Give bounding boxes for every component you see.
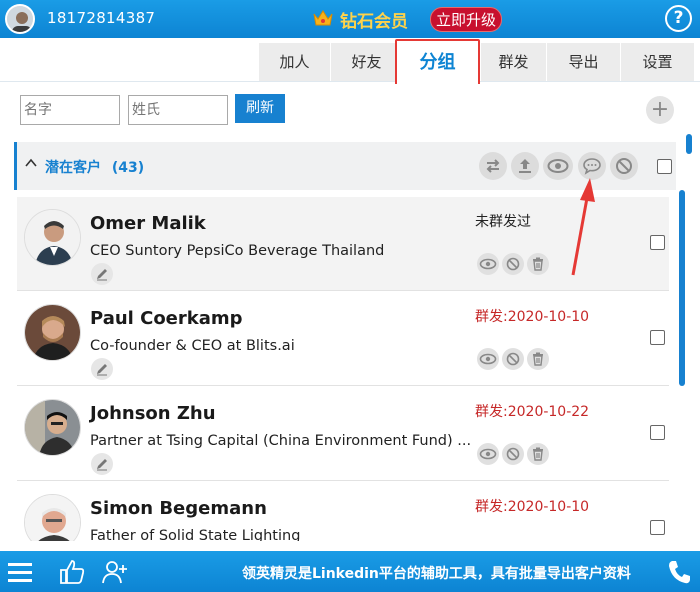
contact-title: Co-founder & CEO at Blits.ai [90, 338, 295, 354]
block-icon[interactable] [502, 443, 524, 465]
row-checkbox[interactable] [650, 235, 665, 250]
tab-add-people[interactable]: 加人 [258, 43, 330, 81]
scrollbar-top[interactable] [686, 134, 692, 154]
first-name-input[interactable] [20, 95, 120, 125]
broadcast-status: 群发:2020-10-10 [475, 309, 590, 325]
edit-icon[interactable] [91, 453, 113, 475]
refresh-button[interactable]: 刷新 [235, 94, 285, 123]
broadcast-status: 未群发过 [475, 214, 531, 230]
row-checkbox[interactable] [650, 425, 665, 440]
transfer-icon[interactable] [479, 152, 507, 180]
contact-avatar[interactable] [24, 494, 81, 541]
broadcast-status: 群发:2020-10-22 [475, 404, 590, 420]
last-name-input[interactable] [128, 95, 228, 125]
contact-name[interactable]: Paul Coerkamp [90, 308, 243, 329]
contact-title: CEO Suntory PepsiCo Beverage Thailand [90, 243, 385, 259]
upgrade-button[interactable]: 立即升级 [430, 7, 502, 32]
menu-icon[interactable] [5, 557, 35, 587]
trash-icon[interactable] [527, 443, 549, 465]
help-icon[interactable]: ? [665, 5, 692, 32]
crown-icon [313, 10, 333, 26]
contact-avatar[interactable] [24, 399, 81, 456]
tab-settings[interactable]: 设置 [620, 43, 694, 81]
block-icon[interactable] [610, 152, 638, 180]
contact-avatar[interactable] [24, 209, 81, 266]
group-name: 潜在客户 [45, 160, 101, 176]
search-bar: 刷新 + [7, 84, 693, 132]
row-checkbox[interactable] [650, 330, 665, 345]
table-row: Johnson Zhu Partner at Tsing Capital (Ch… [17, 387, 669, 481]
user-avatar[interactable] [5, 4, 35, 34]
trash-icon[interactable] [527, 348, 549, 370]
row-checkbox[interactable] [650, 520, 665, 535]
add-user-icon[interactable] [100, 557, 130, 587]
group-select-checkbox[interactable] [657, 159, 672, 174]
tab-friends[interactable]: 好友 [330, 43, 402, 81]
phone-icon[interactable] [664, 557, 694, 587]
contact-name[interactable]: Johnson Zhu [90, 403, 216, 424]
vip-label: 钻石会员 [340, 12, 408, 32]
table-row: Simon Begemann Father of Solid State Lig… [17, 482, 669, 541]
trash-icon[interactable] [527, 253, 549, 275]
thumbs-up-icon[interactable] [57, 557, 87, 587]
eye-icon[interactable] [477, 443, 499, 465]
edit-icon[interactable] [91, 358, 113, 380]
tab-bar: 加人 好友 分组 群发 导出 设置 [0, 38, 700, 87]
tab-groups[interactable]: 分组 [395, 39, 480, 87]
block-icon[interactable] [502, 253, 524, 275]
eye-icon[interactable] [477, 348, 499, 370]
edit-icon[interactable] [91, 263, 113, 285]
chevron-up-icon[interactable] [25, 156, 37, 172]
annotation-arrow [571, 178, 595, 276]
contact-avatar[interactable] [24, 304, 81, 361]
bottom-bar: 领英精灵是Linkedin平台的辅助工具，具有批量导出客户资料 [0, 551, 700, 592]
user-phone: 18172814387 [47, 9, 156, 27]
upload-icon[interactable] [511, 152, 539, 180]
contact-name[interactable]: Simon Begemann [90, 498, 267, 519]
scrollbar[interactable] [679, 190, 685, 386]
block-icon[interactable] [502, 348, 524, 370]
top-bar: 18172814387 钻石会员 立即升级 ? [0, 0, 700, 38]
contact-title: Father of Solid State Lighting [90, 528, 301, 541]
add-group-button[interactable]: + [646, 96, 674, 124]
contact-name[interactable]: Omer Malik [90, 213, 206, 234]
table-row: Paul Coerkamp Co-founder & CEO at Blits.… [17, 292, 669, 386]
tab-broadcast[interactable]: 群发 [480, 43, 546, 81]
footer-tagline: 领英精灵是Linkedin平台的辅助工具，具有批量导出客户资料 [242, 566, 631, 582]
broadcast-status: 群发:2020-10-10 [475, 499, 590, 515]
eye-icon[interactable] [477, 253, 499, 275]
group-count: (43) [111, 160, 145, 176]
tab-export[interactable]: 导出 [546, 43, 620, 81]
contact-title: Partner at Tsing Capital (China Environm… [90, 433, 472, 449]
